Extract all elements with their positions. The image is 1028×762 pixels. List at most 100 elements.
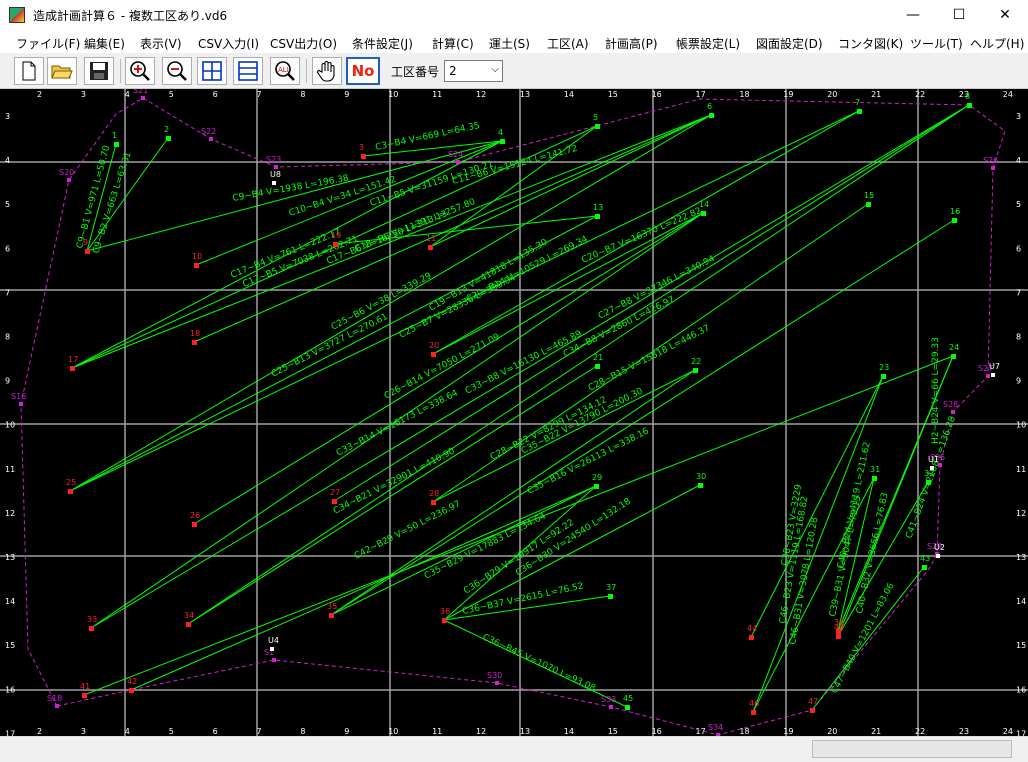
top-tick-label: 15: [608, 90, 618, 99]
boundary-node-label: S16: [11, 392, 26, 401]
cut-node-label: 44: [747, 624, 757, 633]
top-tick-label: 5: [169, 90, 174, 99]
pan-button[interactable]: [312, 57, 342, 85]
new-file-button[interactable]: [14, 57, 44, 85]
top-tick-label: 22: [915, 90, 925, 99]
close-button[interactable]: ✕: [982, 0, 1028, 31]
bottom-tick-label: 6: [213, 727, 218, 736]
menu-file[interactable]: ファイル(F): [16, 35, 80, 52]
menu-edit[interactable]: 編集(E): [84, 35, 125, 52]
right-tick-label: 14: [1016, 597, 1026, 606]
menu-help[interactable]: ヘルプ(H): [970, 35, 1024, 52]
embankment-node-label: 1: [112, 131, 117, 140]
new-file-icon: [22, 61, 36, 81]
menu-conditions[interactable]: 条件設定(J): [352, 35, 413, 52]
window-title: 造成計画計算６ - 複数工区あり.vd6: [33, 9, 228, 23]
cut-node: [186, 622, 191, 627]
cut-node-label: 36: [440, 607, 450, 616]
fit-horizontal-icon: [202, 61, 222, 81]
chevron-down-icon: ⌵: [491, 64, 499, 75]
drawing-canvas[interactable]: 2 3 4 5 6 7 8 9 10 11 12 13 14 15 16 17 18 19 20 21 22 23 24 2 3…: [0, 86, 1028, 738]
top-tick-label: 8: [300, 90, 305, 99]
top-tick-label: 16: [652, 90, 662, 99]
menu-plan-height[interactable]: 計画高(P): [605, 35, 658, 52]
menu-view[interactable]: 表示(V): [140, 35, 182, 52]
fit-horizontal-button[interactable]: [197, 57, 227, 85]
bottom-tick-label: 5: [169, 727, 174, 736]
embankment-node-label: 45: [623, 694, 633, 703]
boundary-node-label: S21: [133, 89, 148, 95]
bottom-tick-label: 13: [520, 727, 530, 736]
left-tick-label: 4: [5, 156, 10, 165]
cut-node: [810, 708, 815, 713]
menu-csv-out[interactable]: CSV出力(O): [270, 35, 337, 52]
reference-node: [930, 466, 934, 470]
top-tick-label: 14: [564, 90, 574, 99]
top-tick-label: 19: [783, 90, 793, 99]
cut-node-label: 20: [429, 341, 439, 350]
menu-report[interactable]: 帳票設定(L): [676, 35, 740, 52]
zoom-out-button[interactable]: [162, 57, 192, 85]
right-tick-label: 11: [1016, 465, 1026, 474]
cut-node: [70, 366, 75, 371]
menu-csv-in[interactable]: CSV入力(I): [198, 35, 259, 52]
top-tick-label: 24: [1003, 90, 1013, 99]
cut-node: [749, 635, 754, 640]
cut-node-label: 10: [192, 252, 202, 261]
no-toggle-button[interactable]: No: [346, 57, 380, 85]
left-tick-label: 9: [5, 377, 10, 386]
boundary-node: [986, 374, 990, 378]
zoom-all-button[interactable]: ALL: [270, 57, 300, 85]
right-tick-label: 13: [1016, 553, 1026, 562]
area-number-label: 工区番号: [391, 65, 440, 79]
menu-tools[interactable]: ツール(T): [910, 35, 963, 52]
open-button[interactable]: [47, 57, 77, 85]
right-tick-label: 12: [1016, 509, 1026, 518]
reference-node-label: U1: [928, 455, 939, 464]
zoom-in-icon: [130, 61, 150, 81]
boundary-node-label: S26: [983, 156, 998, 165]
embankment-node-label: 30: [696, 472, 706, 481]
bottom-tick-label: 24: [1003, 727, 1013, 736]
maximize-button[interactable]: ☐: [936, 0, 982, 31]
save-icon: [90, 62, 108, 80]
cut-node-label: 34: [184, 611, 194, 620]
zoom-in-button[interactable]: [125, 57, 155, 85]
embankment-node: [967, 103, 972, 108]
top-tick-label: 20: [827, 90, 837, 99]
reference-node-label: U7: [989, 362, 1000, 371]
area-number-select[interactable]: 2 ⌵: [444, 60, 503, 82]
flow-label: H2~B24 V=66 L=29.33: [931, 337, 941, 444]
menu-calc[interactable]: 計算(C): [432, 35, 474, 52]
reference-node-label: U4: [268, 636, 279, 645]
left-tick-label: 13: [5, 553, 15, 562]
minimize-button[interactable]: —: [890, 0, 936, 31]
embankment-node: [595, 124, 600, 129]
cut-node-label: 17: [68, 355, 78, 364]
bottom-tick-label: 23: [959, 727, 969, 736]
embankment-node: [866, 202, 871, 207]
embankment-node: [926, 480, 931, 485]
fit-vertical-button[interactable]: [233, 57, 263, 85]
embankment-node-label: 16: [950, 207, 960, 216]
embankment-node-label: 13: [593, 203, 603, 212]
left-tick-label: 5: [5, 200, 10, 209]
reference-node: [272, 181, 276, 185]
app-icon: [9, 7, 25, 23]
cut-node: [192, 522, 197, 527]
embankment-node: [701, 211, 706, 216]
menu-area[interactable]: 工区(A): [547, 35, 589, 52]
menu-contour[interactable]: コンタ図(K): [838, 35, 903, 52]
boundary-node-label: S22: [201, 127, 216, 136]
bottom-tick-label: 7: [257, 727, 262, 736]
right-tick-label: 17: [1016, 729, 1026, 736]
bottom-tick-label: 3: [81, 727, 86, 736]
top-tick-label: 12: [476, 90, 486, 99]
flow-label: C34~B21 V=32901 L=410.90: [332, 446, 457, 516]
menu-drawing[interactable]: 図面設定(D): [756, 35, 823, 52]
menu-earth[interactable]: 運土(S): [489, 35, 530, 52]
embankment-node-label: 21: [593, 353, 603, 362]
left-tick-label: 17: [5, 729, 15, 736]
save-button[interactable]: [84, 57, 114, 85]
cut-node: [68, 489, 73, 494]
